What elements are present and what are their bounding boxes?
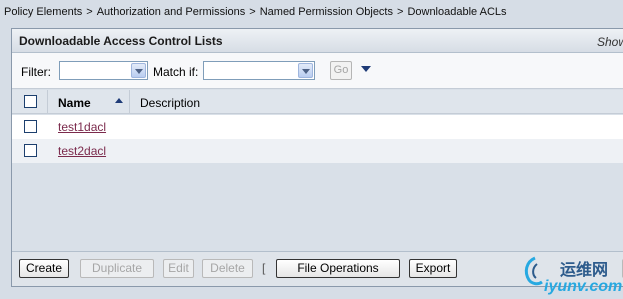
panel-title: Downloadable Access Control Lists — [19, 34, 223, 48]
match-if-select[interactable] — [203, 61, 315, 80]
watermark-cn-text: 运维网 — [560, 260, 609, 279]
sort-ascending-icon — [115, 98, 123, 103]
list-empty-area — [12, 163, 623, 253]
triangle-down-icon[interactable] — [361, 66, 371, 72]
page: Policy Elements > Authorization and Permis… — [0, 0, 623, 299]
row-checkbox[interactable] — [24, 120, 37, 133]
delete-button[interactable]: Delete — [202, 259, 253, 278]
breadcrumb-separator: > — [249, 6, 256, 18]
filter-bar: Filter: Match if: Go — [12, 53, 623, 89]
button-group-separator: [ — [262, 261, 266, 275]
table-header: Name Description — [12, 90, 623, 114]
acl-name-link[interactable]: test2dacl — [58, 144, 106, 158]
breadcrumb-item-policy-elements[interactable]: Policy Elements — [4, 6, 82, 18]
breadcrumb-item-authorization[interactable]: Authorization and Permissions — [97, 6, 246, 18]
breadcrumb-separator: > — [86, 6, 93, 18]
filter-select[interactable] — [59, 61, 148, 80]
column-header-description[interactable]: Description — [140, 96, 200, 110]
edit-button[interactable]: Edit — [163, 259, 194, 278]
duplicate-button[interactable]: Duplicate — [80, 259, 154, 278]
export-button[interactable]: Export — [409, 259, 457, 278]
table-row: test2dacl — [12, 139, 623, 163]
acl-name-link[interactable]: test1dacl — [58, 120, 106, 134]
breadcrumb-item-named-permission-objects[interactable]: Named Permission Objects — [260, 6, 393, 18]
watermark-logo: 运维网 iyunv.com — [516, 250, 623, 299]
breadcrumb: Policy Elements > Authorization and Permis… — [4, 6, 507, 22]
watermark-url: iyunv.com — [544, 278, 623, 295]
go-button[interactable]: Go — [330, 61, 352, 80]
table-row: test1dacl — [12, 115, 623, 139]
select-all-cell — [12, 90, 48, 114]
chevron-down-icon[interactable] — [298, 63, 313, 78]
breadcrumb-separator: > — [397, 6, 404, 18]
row-checkbox[interactable] — [24, 144, 37, 157]
file-operations-button[interactable]: File Operations — [276, 259, 400, 278]
chevron-down-icon[interactable] — [131, 63, 146, 78]
show-label[interactable]: Show — [597, 35, 623, 49]
breadcrumb-item-downloadable-acls: Downloadable ACLs — [407, 6, 507, 18]
filter-label: Filter: — [21, 65, 51, 79]
panel-header: Downloadable Access Control Lists Show — [12, 29, 623, 53]
acl-list-panel: Downloadable Access Control Lists Show F… — [11, 28, 623, 287]
column-header-name-label: Name — [58, 96, 91, 110]
select-all-checkbox[interactable] — [24, 95, 37, 108]
create-button[interactable]: Create — [19, 259, 69, 278]
match-if-label: Match if: — [153, 65, 199, 79]
column-header-name[interactable]: Name — [48, 90, 130, 114]
